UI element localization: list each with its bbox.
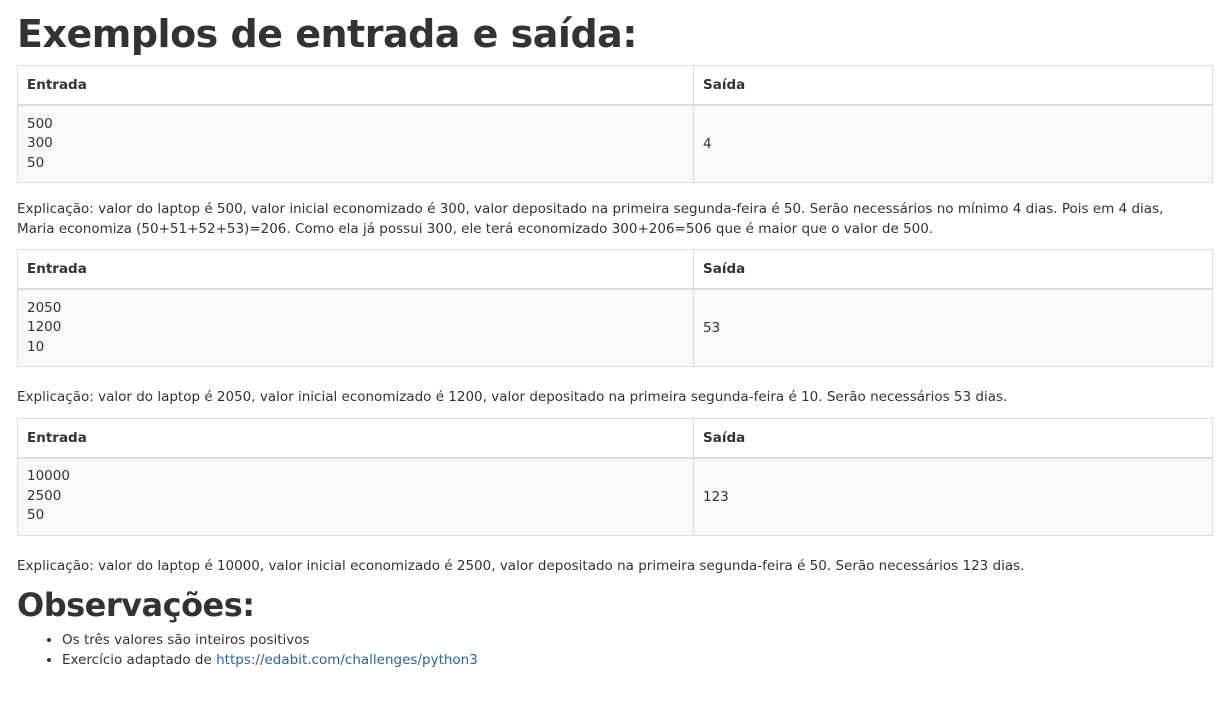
note-text: Exercício adaptado de xyxy=(62,652,217,668)
example-table-1: Entrada Saída 500 300 50 4 xyxy=(17,65,1213,183)
header-saida: Saída xyxy=(693,418,1213,459)
input-cell: 10000 2500 50 xyxy=(17,457,694,535)
explanation-2: Explicação: valor do laptop é 2050, valo… xyxy=(17,389,1008,405)
list-item: Os três valores são inteiros positivos xyxy=(62,630,1213,650)
example-table-3: Entrada Saída 10000 2500 50 123 xyxy=(17,417,1213,536)
input-value: 50 xyxy=(27,507,45,524)
input-value: 10000 xyxy=(27,468,70,485)
input-value: 10 xyxy=(27,338,45,355)
explanation-1: Explicação: valor do laptop é 500, valor… xyxy=(17,201,1164,237)
page-content: Exemplos de entrada e saída: Entrada Saí… xyxy=(0,12,1223,670)
input-cell: 2050 1200 10 xyxy=(17,289,694,367)
header-saida: Saída xyxy=(693,65,1213,106)
table-row: 500 300 50 4 xyxy=(17,105,1213,183)
header-entrada: Entrada xyxy=(17,249,694,290)
output-cell: 123 xyxy=(693,457,1213,535)
notes-list: Os três valores são inteiros positivos E… xyxy=(17,630,1213,670)
output-cell: 4 xyxy=(693,105,1213,183)
edabit-link[interactable]: https://edabit.com/challenges/python3 xyxy=(216,652,478,668)
table-row: 10000 2500 50 123 xyxy=(17,457,1213,535)
input-value: 300 xyxy=(27,135,53,152)
notes-heading: Observações: xyxy=(17,586,255,624)
note-text: Os três valores são inteiros positivos xyxy=(62,632,310,648)
input-value: 1200 xyxy=(27,319,62,336)
input-value: 2500 xyxy=(27,487,62,504)
output-cell: 53 xyxy=(693,289,1213,367)
input-cell: 500 300 50 xyxy=(17,105,694,183)
examples-heading: Exemplos de entrada e saída: xyxy=(17,12,638,56)
list-item: Exercício adaptado de https://edabit.com… xyxy=(62,650,1213,670)
table-header-row: Entrada Saída xyxy=(17,418,1213,459)
example-table-2: Entrada Saída 2050 1200 10 53 xyxy=(17,249,1213,367)
header-saida: Saída xyxy=(693,249,1213,290)
input-value: 50 xyxy=(27,154,45,171)
input-value: 2050 xyxy=(27,299,62,316)
header-entrada: Entrada xyxy=(17,418,694,459)
input-value: 500 xyxy=(27,115,53,132)
table-row: 2050 1200 10 53 xyxy=(17,289,1213,367)
table-header-row: Entrada Saída xyxy=(17,249,1213,290)
table-header-row: Entrada Saída xyxy=(17,65,1213,106)
explanation-3: Explicação: valor do laptop é 10000, val… xyxy=(17,557,1025,574)
header-entrada: Entrada xyxy=(17,65,694,106)
